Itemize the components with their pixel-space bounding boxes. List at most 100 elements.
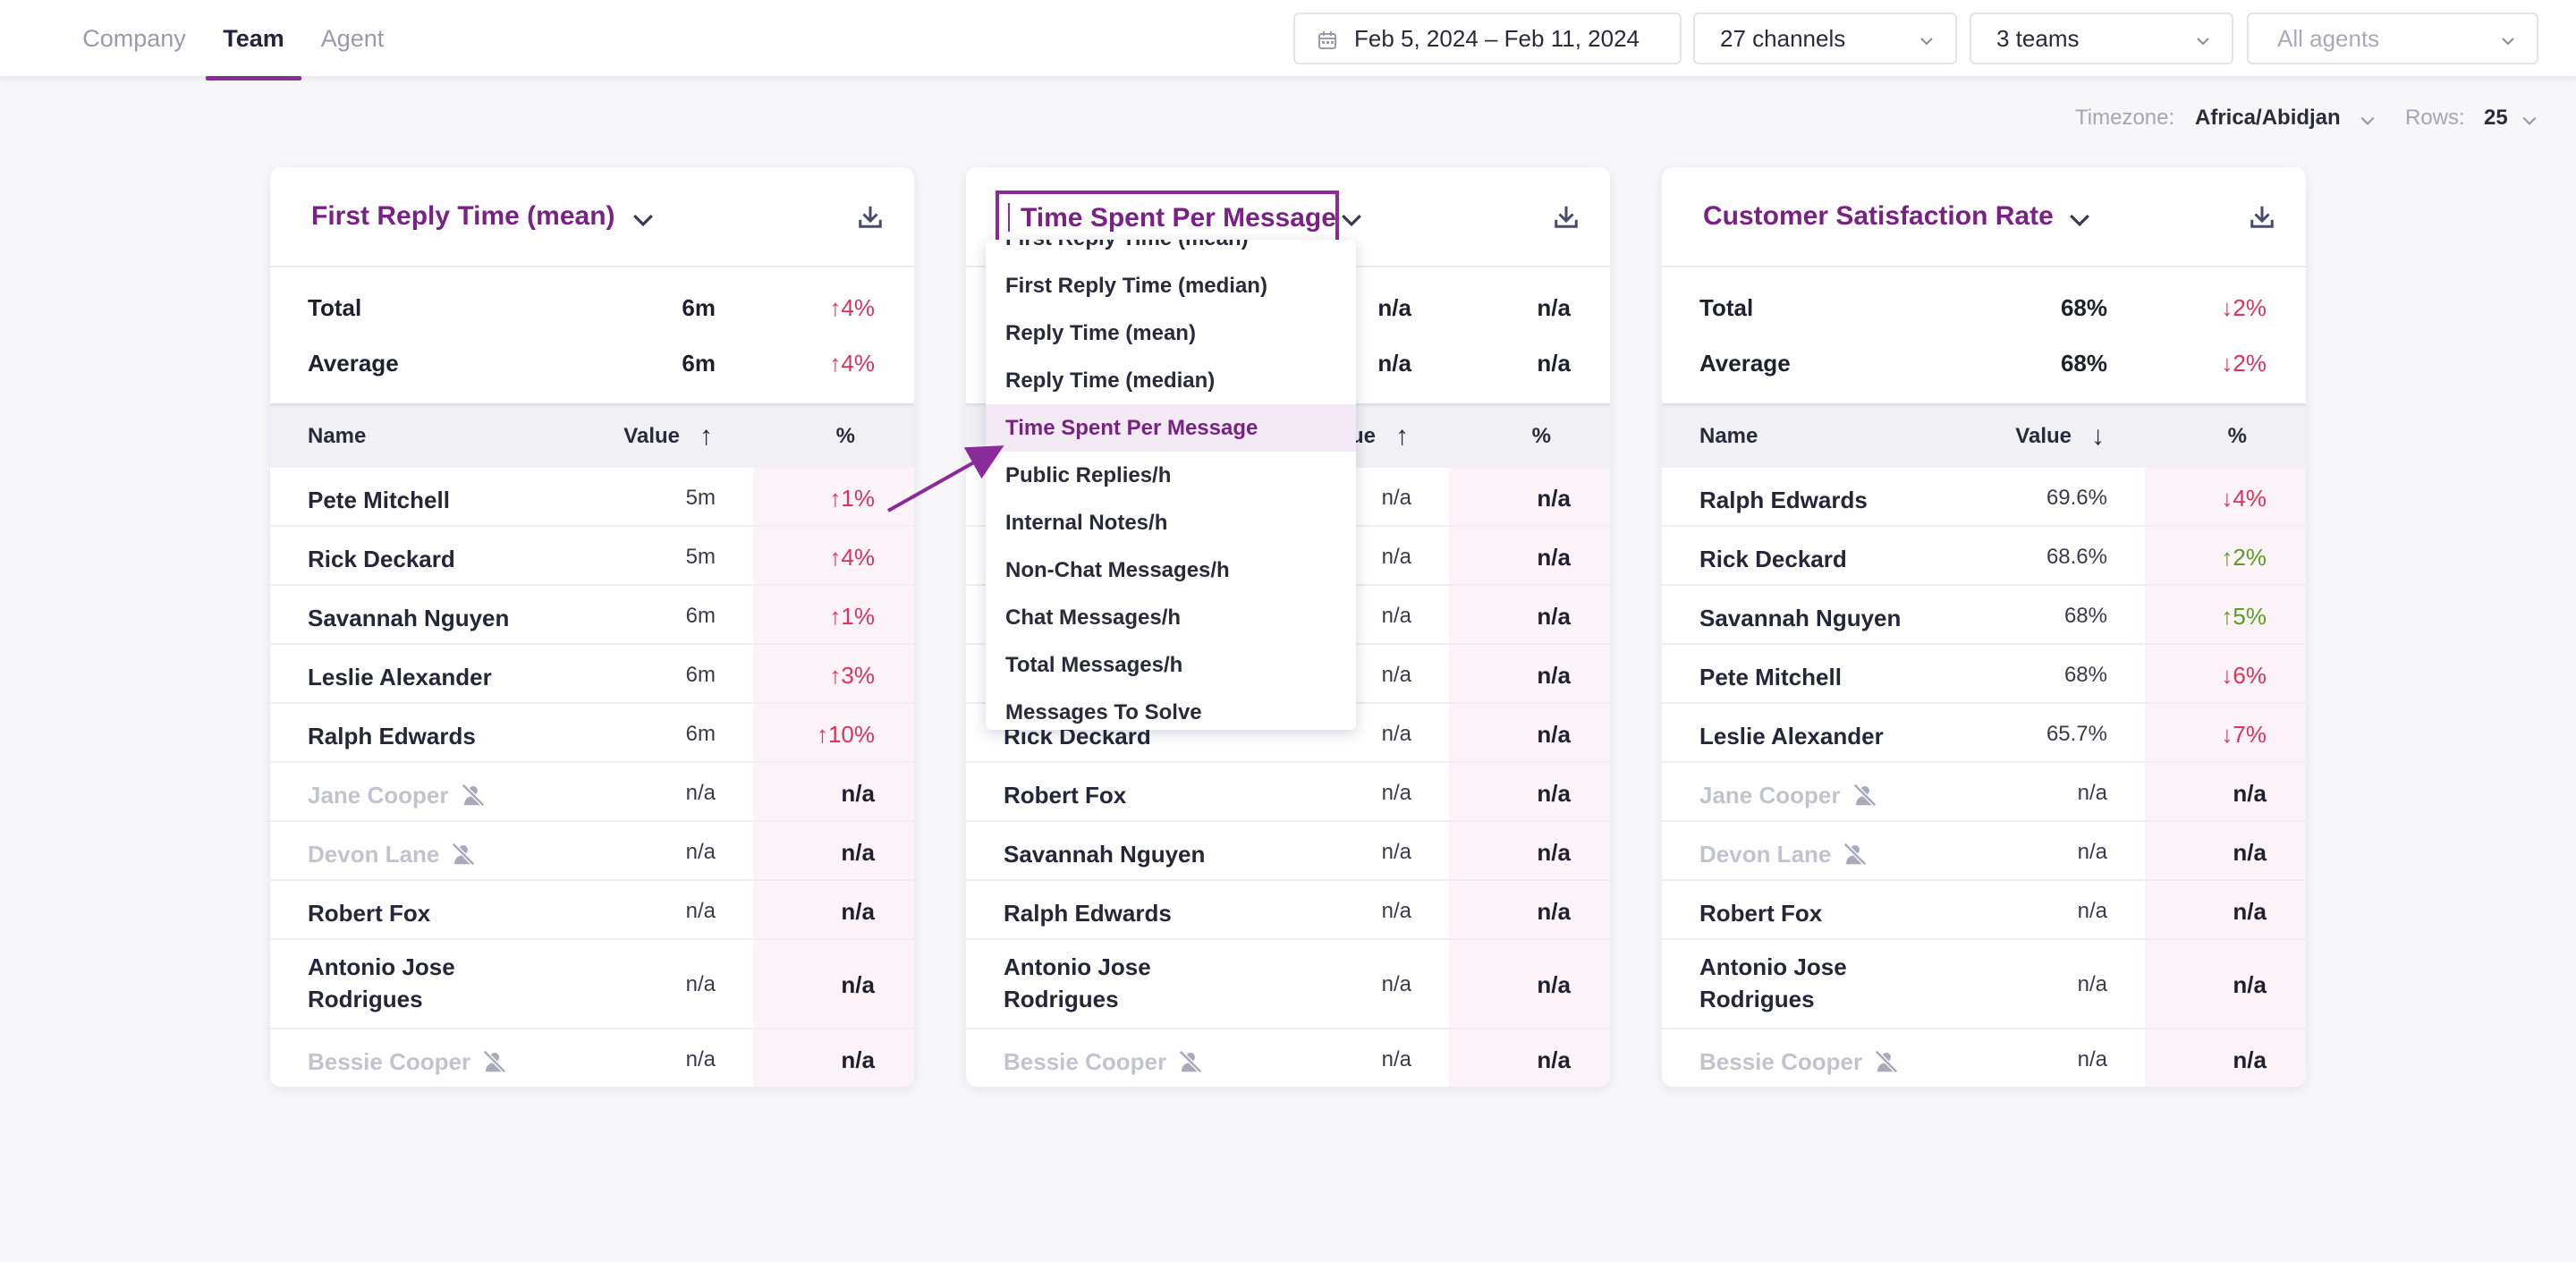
table-row[interactable]: Pete Mitchell 5m ↑1%: [270, 468, 914, 527]
rows-label: Rows:: [2405, 106, 2465, 130]
tab-agent[interactable]: Agent: [318, 0, 386, 79]
arrow-down-icon: ↓: [2221, 485, 2233, 512]
metric-select-trigger[interactable]: Time Spent Per Message: [996, 191, 1339, 244]
column-header-pct[interactable]: %: [2228, 424, 2247, 449]
metric-option[interactable]: Chat Messages/h: [986, 594, 1356, 641]
table-row[interactable]: Devon Lane n/a n/a: [1662, 822, 2306, 881]
arrow-down-icon: ↓: [2221, 662, 2233, 689]
table-row[interactable]: Antonio Jose Rodrigues n/a n/a: [1662, 940, 2306, 1029]
metric-option[interactable]: Total Messages/h: [986, 641, 1356, 689]
agent-change: ↑10%: [817, 721, 875, 749]
rows-select[interactable]: 25: [2484, 106, 2508, 131]
table-row[interactable]: Ralph Edwards 6m ↑10%: [270, 704, 914, 763]
table-row[interactable]: Ralph Edwards 69.6% ↓4%: [1662, 468, 2306, 527]
table-row[interactable]: Jane Cooper n/a n/a: [270, 763, 914, 822]
metric-option[interactable]: Reply Time (mean): [986, 309, 1356, 357]
table-row[interactable]: Bessie Cooper n/a n/a: [966, 1029, 1610, 1087]
teams-select[interactable]: 3 teams: [1970, 13, 2233, 64]
table-row[interactable]: Antonio Jose Rodrigues n/a n/a: [270, 940, 914, 1029]
pct-cell-background: [1449, 468, 1610, 525]
table-row[interactable]: Leslie Alexander 65.7% ↓7%: [1662, 704, 2306, 763]
agent-name-text: Devon Lane: [308, 841, 440, 868]
column-header-name[interactable]: Name: [308, 424, 366, 449]
pct-cell-background: [1449, 1029, 1610, 1087]
table-row[interactable]: Rick Deckard 68.6% ↑2%: [1662, 527, 2306, 586]
metric-option[interactable]: First Reply Time (median): [986, 262, 1356, 309]
agent-value: 68%: [2063, 663, 2107, 687]
table-row[interactable]: Savannah Nguyen n/a n/a: [966, 822, 1610, 881]
user-off-icon: [452, 842, 476, 867]
column-header-value[interactable]: Value: [623, 424, 680, 449]
agent-change: n/a: [841, 839, 875, 867]
agent-name-text: Ralph Edwards: [308, 723, 476, 750]
card-title[interactable]: Customer Satisfaction Rate: [1703, 201, 2054, 232]
table-row[interactable]: Robert Fox n/a n/a: [966, 763, 1610, 822]
metric-option[interactable]: Time Spent Per Message: [986, 404, 1356, 452]
date-range-picker[interactable]: Feb 5, 2024 – Feb 11, 2024: [1293, 13, 1682, 64]
table-row[interactable]: Pete Mitchell 68% ↓6%: [1662, 645, 2306, 704]
agent-value: 65.7%: [2046, 722, 2107, 746]
column-header-value[interactable]: Value: [2015, 424, 2072, 449]
table-row[interactable]: Devon Lane n/a n/a: [270, 822, 914, 881]
table-row[interactable]: Bessie Cooper n/a n/a: [1662, 1029, 2306, 1087]
column-header-name[interactable]: Name: [1699, 424, 1758, 449]
agents-placeholder: All agents: [2277, 25, 2380, 52]
sort-down-icon[interactable]: ↓: [2091, 421, 2107, 451]
table-row[interactable]: Leslie Alexander 6m ↑3%: [270, 645, 914, 704]
chevron-down-icon[interactable]: [1340, 208, 1363, 232]
download-icon[interactable]: [2249, 203, 2275, 230]
pct-cell-background: [753, 940, 914, 1028]
arrow-up-icon: ↑: [829, 485, 842, 512]
table-row[interactable]: Bessie Cooper n/a n/a: [270, 1029, 914, 1087]
agent-value: n/a: [1381, 604, 1411, 628]
table-row[interactable]: Savannah Nguyen 6m ↑1%: [270, 586, 914, 645]
metric-option[interactable]: Public Replies/h: [986, 452, 1356, 499]
agent-value: n/a: [685, 1047, 716, 1071]
sort-up-icon[interactable]: ↑: [699, 421, 716, 451]
download-icon[interactable]: [857, 203, 884, 230]
agent-name: Rick Deckard: [1699, 543, 1968, 575]
agent-value: n/a: [685, 972, 716, 996]
metric-card: Customer Satisfaction Rate Total 68% ↓2% Ave…: [1662, 167, 2306, 1087]
metric-option[interactable]: First Reply Time (mean): [986, 240, 1356, 262]
table-row[interactable]: Robert Fox n/a n/a: [1662, 881, 2306, 940]
agent-name-text: Pete Mitchell: [1699, 664, 1842, 690]
chevron-down-icon[interactable]: [2360, 113, 2376, 129]
channels-select[interactable]: 27 channels: [1693, 13, 1957, 64]
summary-row: Average 6m ↑4%: [270, 335, 914, 391]
arrow-down-icon: ↓: [2221, 721, 2233, 748]
chevron-down-icon[interactable]: [631, 208, 655, 232]
column-header-pct[interactable]: %: [1532, 424, 1551, 449]
metric-option[interactable]: Reply Time (median): [986, 357, 1356, 404]
metric-dropdown-menu[interactable]: First Reply Time (mean)First Reply Time …: [986, 240, 1356, 730]
chevron-down-icon[interactable]: [2068, 208, 2091, 232]
agent-name: Pete Mitchell: [1699, 661, 1968, 693]
tab-team[interactable]: Team: [206, 0, 301, 80]
metric-option[interactable]: Messages To Solve: [986, 689, 1356, 730]
table-row[interactable]: Antonio Jose Rodrigues n/a n/a: [966, 940, 1610, 1029]
timezone-label: Timezone:: [2075, 106, 2175, 130]
chevron-down-icon[interactable]: [2521, 113, 2538, 129]
table-row[interactable]: Jane Cooper n/a n/a: [1662, 763, 2306, 822]
table-row[interactable]: Rick Deckard 5m ↑4%: [270, 527, 914, 586]
user-off-icon: [483, 1049, 507, 1074]
agent-name: Jane Cooper: [308, 779, 576, 811]
agent-change: n/a: [2233, 1046, 2267, 1074]
agent-name: Savannah Nguyen: [1699, 602, 1968, 634]
metric-option[interactable]: Internal Notes/h: [986, 499, 1356, 546]
sort-up-icon[interactable]: ↑: [1395, 421, 1411, 451]
table-row[interactable]: Savannah Nguyen 68% ↑5%: [1662, 586, 2306, 645]
agent-change-value: 6%: [2233, 662, 2267, 689]
download-icon[interactable]: [1553, 203, 1580, 230]
timezone-select[interactable]: Africa/Abidjan: [2195, 106, 2341, 131]
agent-change-value: n/a: [841, 839, 875, 866]
column-header-pct[interactable]: %: [836, 424, 855, 449]
table-row[interactable]: Robert Fox n/a n/a: [270, 881, 914, 940]
card-title[interactable]: First Reply Time (mean): [311, 201, 615, 232]
tab-company[interactable]: Company: [82, 0, 186, 79]
summary-change-value: 2%: [2233, 350, 2267, 377]
table-row[interactable]: Ralph Edwards n/a n/a: [966, 881, 1610, 940]
agent-change-value: 1%: [841, 485, 875, 512]
agents-select[interactable]: All agents: [2247, 13, 2538, 64]
metric-option[interactable]: Non-Chat Messages/h: [986, 546, 1356, 594]
